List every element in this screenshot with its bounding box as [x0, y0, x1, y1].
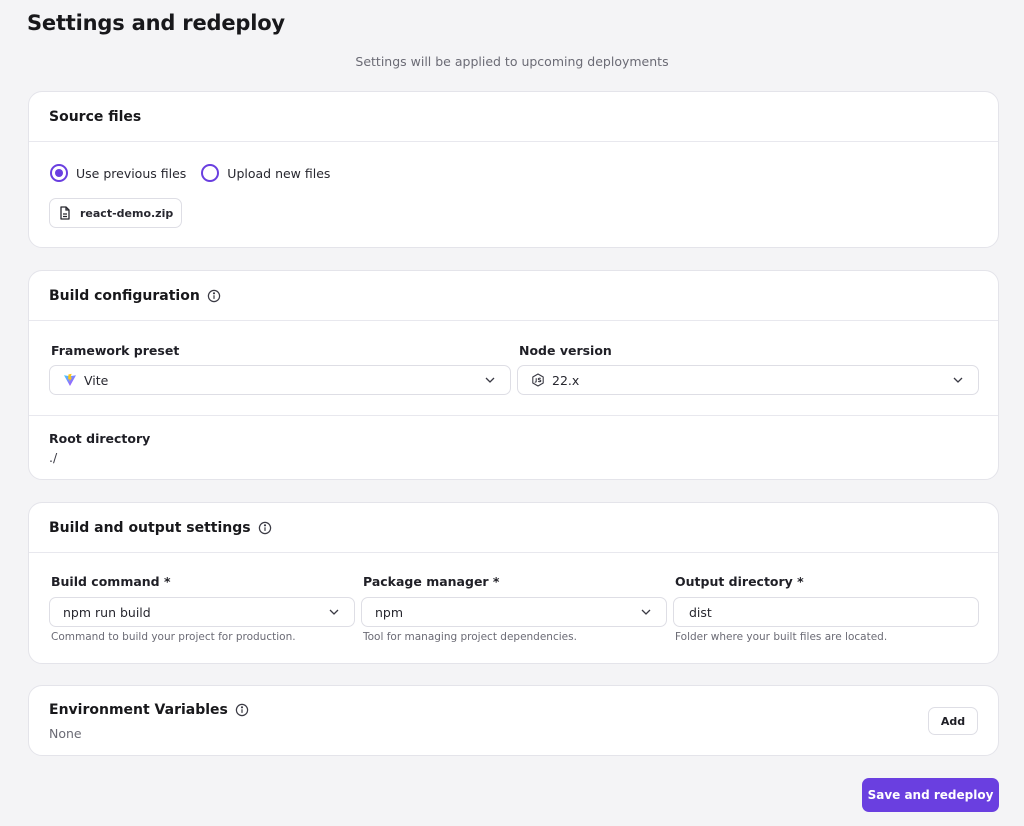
info-icon[interactable] [207, 289, 221, 303]
framework-preset-select[interactable]: Vite [49, 365, 511, 395]
file-name: react-demo.zip [80, 206, 174, 220]
source-files-title: Source files [49, 108, 142, 125]
radio-label-upload-new: Upload new files [227, 165, 331, 181]
radio-upload-new-files[interactable]: Upload new files [201, 164, 330, 182]
framework-preset-value: Vite [84, 372, 109, 388]
divider [29, 415, 998, 416]
radio-label-use-previous: Use previous files [76, 165, 187, 181]
radio-checked-icon[interactable] [50, 164, 68, 182]
page-subtitle: Settings will be applied to upcoming dep… [355, 54, 669, 69]
env-vars-empty-value: None [49, 726, 82, 741]
vite-logo-icon [63, 373, 77, 387]
info-icon[interactable] [258, 521, 272, 535]
package-manager-label: Package manager * [363, 574, 500, 589]
root-directory-label: Root directory [49, 431, 151, 446]
build-command-label: Build command * [51, 574, 171, 589]
nodejs-icon [531, 373, 545, 387]
add-env-var-button[interactable]: Add [928, 707, 978, 735]
build-output-card: Build and output settings Build command … [28, 502, 999, 664]
page-title: Settings and redeploy [27, 11, 285, 35]
build-command-helper: Command to build your project for produc… [51, 631, 296, 643]
output-directory-input[interactable] [673, 597, 979, 627]
env-vars-card: Environment Variables None Add [28, 685, 999, 756]
chevron-down-icon [952, 374, 964, 386]
output-directory-label: Output directory * [675, 574, 804, 589]
build-configuration-card: Build configuration Framework preset Vit… [28, 270, 999, 480]
node-version-value: 22.x [552, 372, 580, 388]
build-output-header: Build and output settings [29, 503, 998, 553]
info-icon[interactable] [235, 703, 249, 717]
output-directory-helper: Folder where your built files are locate… [675, 631, 888, 643]
file-chip[interactable]: react-demo.zip [49, 198, 183, 228]
source-files-header: Source files [29, 92, 998, 142]
build-configuration-title: Build configuration [49, 287, 200, 304]
root-directory-value: ./ [49, 450, 58, 465]
chevron-down-icon [328, 606, 340, 618]
framework-preset-label: Framework preset [51, 343, 180, 358]
package-manager-helper: Tool for managing project dependencies. [363, 631, 577, 643]
chevron-down-icon [484, 374, 496, 386]
build-command-select[interactable]: npm run build [49, 597, 355, 627]
radio-use-previous-files[interactable]: Use previous files [50, 164, 186, 182]
file-icon [59, 206, 71, 220]
node-version-label: Node version [519, 343, 612, 358]
build-command-value: npm run build [63, 604, 151, 620]
build-output-title: Build and output settings [49, 519, 251, 536]
node-version-select[interactable]: 22.x [517, 365, 979, 395]
save-and-redeploy-button[interactable]: Save and redeploy [862, 778, 999, 812]
env-vars-header: Environment Variables [49, 702, 249, 718]
radio-unchecked-icon[interactable] [201, 164, 220, 182]
source-files-card: Source files Use previous files Upload n… [28, 91, 999, 248]
env-vars-title: Environment Variables [49, 702, 228, 718]
build-configuration-header: Build configuration [29, 271, 998, 321]
package-manager-value: npm [375, 604, 404, 620]
chevron-down-icon [640, 606, 652, 618]
package-manager-select[interactable]: npm [361, 597, 667, 627]
source-option-group: Use previous files Upload new files [50, 164, 345, 182]
